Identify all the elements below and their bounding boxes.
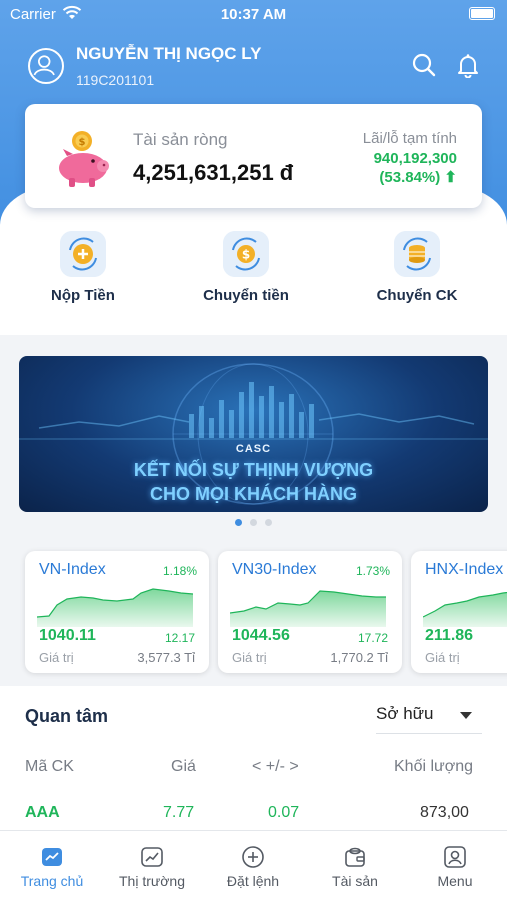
net-worth-label: Tài sản ròng — [133, 130, 228, 149]
net-worth-value: 4,251,631,251 đ — [133, 160, 294, 185]
index-card-hnx[interactable]: HNX-Index 211.86 Giá trị — [411, 551, 507, 673]
avatar-icon — [28, 48, 64, 84]
traded-value-label: Giá trị — [39, 650, 74, 665]
index-volume: 17.72 — [357, 631, 388, 645]
index-change: 1.73% — [355, 564, 390, 578]
profit-loss-value: 940,192,300 — [373, 150, 457, 167]
index-card-vn[interactable]: VN-Index 1.18% 1040.11 12.17 Giá trị 3,5… — [25, 551, 209, 673]
watchlist-filter-value: Sở hữu — [376, 704, 434, 723]
row-change: 0.07 — [268, 804, 300, 821]
banner-brand: CASC — [235, 443, 272, 455]
net-worth-card[interactable]: $ Tài sản ròng 4,251,631,251 đ Lãi/lỗ tạ… — [25, 104, 482, 208]
index-sparkline — [230, 590, 386, 627]
tab-order[interactable]: Đặt lệnh — [203, 845, 303, 889]
tab-label: Tài sản — [332, 873, 378, 889]
user-name: NGUYỄN THỊ NGỌC LY — [76, 44, 262, 63]
account-id: 119C201101 — [76, 72, 155, 88]
chevron-down-icon — [460, 712, 472, 719]
column-header-volume[interactable]: Khối lượng — [394, 758, 473, 776]
menu-user-icon — [444, 846, 466, 868]
index-value: 1044.56 — [232, 627, 290, 644]
search-icon[interactable] — [411, 52, 437, 78]
deposit-icon — [60, 231, 106, 277]
carousel-dot[interactable] — [265, 519, 272, 526]
stock-transfer-label: Chuyển CK — [376, 287, 458, 304]
profit-loss-percent: (53.84%) ⬆ — [379, 169, 457, 186]
deposit-button[interactable]: Nộp Tiền — [18, 231, 148, 304]
index-name: VN30-Index — [232, 561, 317, 578]
row-symbol: AAA — [25, 804, 60, 821]
column-header-price[interactable]: Giá — [171, 758, 196, 776]
row-volume: 873,00 — [420, 804, 469, 821]
money-transfer-icon: $ — [223, 231, 269, 277]
banner-headline-2: CHO MỌI KHÁCH HÀNG — [150, 484, 357, 504]
market-index-carousel[interactable]: VN-Index 1.18% 1040.11 12.17 Giá trị 3,5… — [0, 538, 507, 686]
bottom-tab-bar: Trang chủ Thị trường Đặt lệnh Tài sản Me… — [0, 830, 507, 900]
index-name: VN-Index — [39, 561, 106, 578]
traded-value-label: Giá trị — [425, 650, 460, 665]
wallet-icon — [345, 847, 365, 867]
market-icon — [141, 847, 163, 867]
profit-loss-label: Lãi/lỗ tạm tính — [362, 130, 457, 147]
index-card-vn30[interactable]: VN30-Index 1.73% 1044.56 17.72 Giá trị 1… — [218, 551, 402, 673]
index-sparkline — [37, 588, 194, 627]
money-transfer-label: Chuyển tiền — [203, 287, 289, 304]
clock: 10:37 AM — [220, 6, 287, 23]
banner-headline-1: KẾT NỐI SỰ THỊNH VƯỢNG — [133, 460, 374, 480]
promo-banner[interactable]: CASC KẾT NỐI SỰ THỊNH VƯỢNG CHO MỌI KHÁC… — [19, 356, 488, 512]
tab-menu[interactable]: Menu — [405, 845, 505, 889]
tab-home[interactable]: Trang chủ — [2, 845, 102, 889]
tab-label: Thị trường — [118, 873, 185, 889]
index-sparkline — [423, 591, 507, 627]
watchlist-filter-dropdown[interactable]: Sở hữu — [376, 704, 482, 734]
column-header-symbol[interactable]: Mã CK — [25, 758, 74, 776]
home-chart-icon — [42, 848, 62, 866]
status-bar: Carrier 10:37 AM — [0, 0, 507, 30]
index-name: HNX-Index — [425, 561, 504, 578]
watchlist-title: Quan tâm — [25, 706, 109, 726]
index-value: 1040.11 — [39, 627, 96, 644]
index-volume: 12.17 — [164, 631, 195, 645]
column-header-change-toggle[interactable]: < +/- > — [252, 758, 299, 776]
tab-label: Trang chủ — [20, 873, 84, 889]
watchlist-section: Quan tâm Sở hữu Mã CK Giá < +/- > Khối l… — [0, 686, 507, 830]
order-plus-icon — [242, 846, 264, 868]
carousel-dot[interactable] — [250, 519, 257, 526]
money-transfer-button[interactable]: $ Chuyển tiền — [181, 231, 311, 304]
svg-text:$: $ — [79, 137, 86, 148]
stock-transfer-icon — [394, 231, 440, 277]
battery-icon — [469, 7, 495, 20]
stock-transfer-button[interactable]: Chuyển CK — [352, 231, 482, 304]
index-change: 1.18% — [162, 564, 197, 578]
bell-icon[interactable] — [455, 52, 481, 78]
deposit-label: Nộp Tiền — [51, 287, 115, 304]
traded-value-label: Giá trị — [232, 650, 267, 665]
carousel-dot-active[interactable] — [235, 519, 242, 526]
tab-assets[interactable]: Tài sản — [305, 845, 405, 889]
quick-actions: Nộp Tiền $ Chuyển tiền Chuyển CK — [0, 225, 507, 333]
traded-value: 1,770.2 Tỉ — [330, 650, 388, 665]
traded-value: 3,577.3 Tỉ — [137, 650, 195, 665]
row-price: 7.77 — [163, 804, 195, 821]
svg-text:$: $ — [242, 248, 250, 262]
piggy-bank-icon: $ — [59, 131, 109, 187]
tab-label: Đặt lệnh — [226, 873, 280, 889]
tab-market[interactable]: Thị trường — [102, 845, 202, 889]
tab-label: Menu — [437, 873, 473, 889]
index-value: 211.86 — [425, 627, 474, 644]
